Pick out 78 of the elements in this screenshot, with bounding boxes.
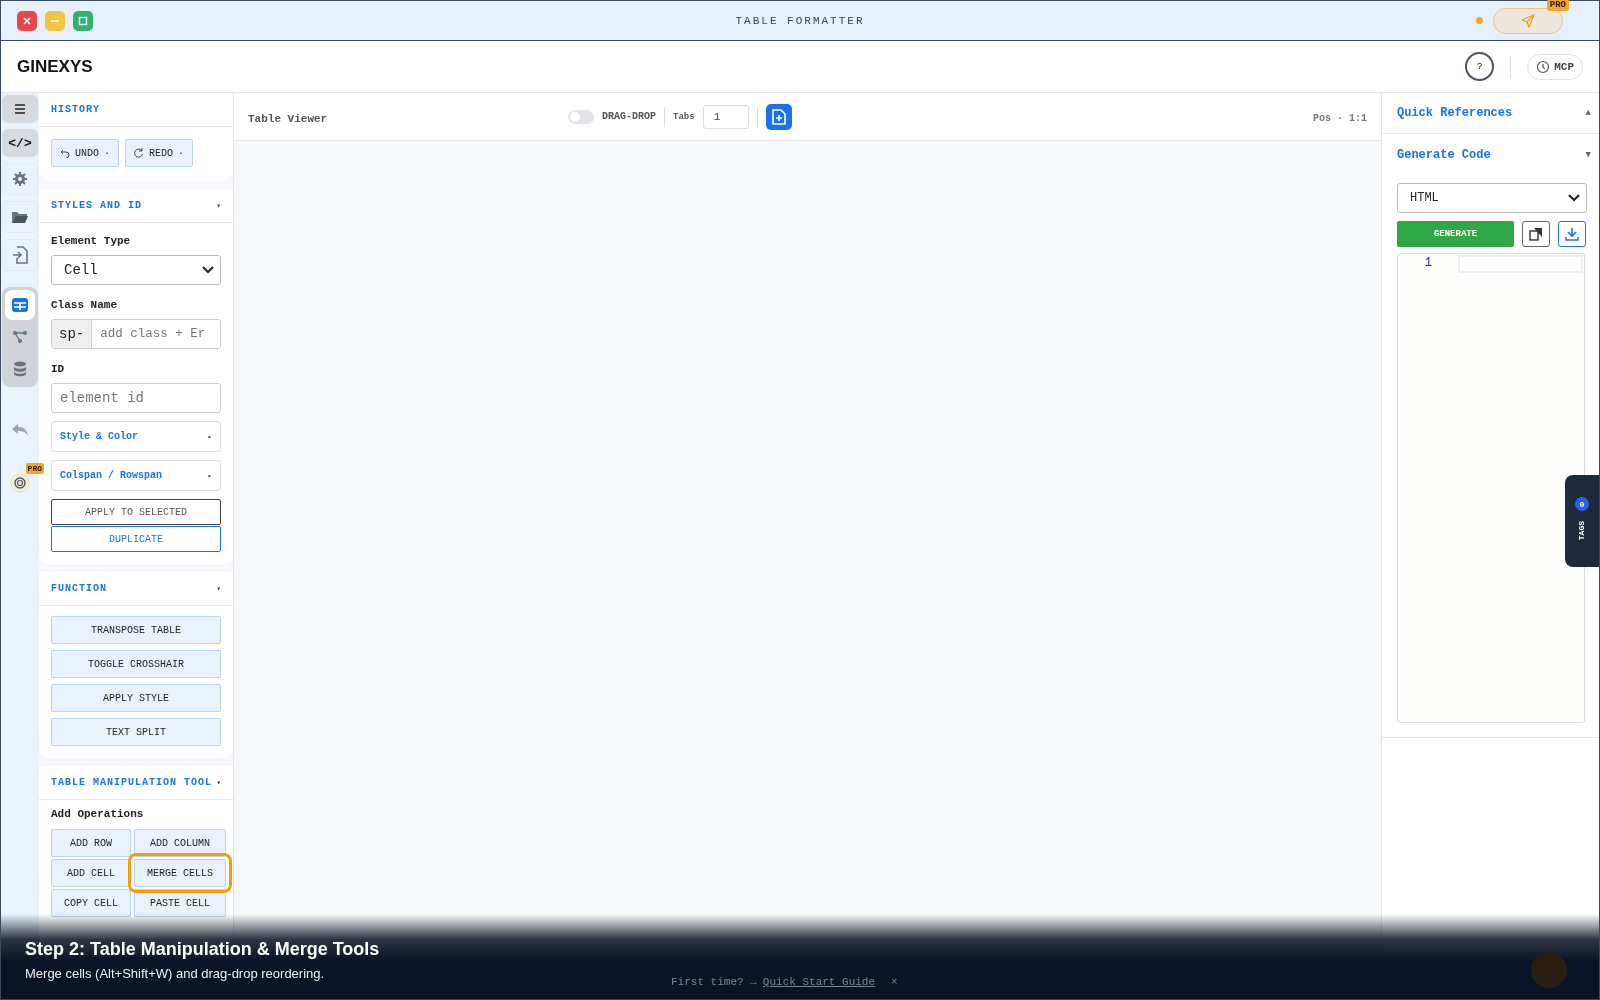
section-title: FUNCTION [51,583,107,594]
viewer-title: Table Viewer [248,111,329,125]
window-title: TABLE FORMATTER [734,14,866,27]
undo-button[interactable]: UNDO · [51,139,120,167]
function-button[interactable]: APPLY STYLE [51,684,221,712]
download-button[interactable] [1558,221,1586,247]
apply-button[interactable]: APPLY TO SELECTED [51,499,221,525]
tags-tab[interactable]: 0 TAGS [1565,475,1599,567]
caption-title: Step 2: Table Manipulation & Merge Tools [25,939,381,960]
file-plus-icon [771,108,786,125]
class-name-field[interactable]: sp- add class + Er [51,319,221,349]
folder-icon [11,210,29,224]
tags-label: TAGS [1577,521,1587,541]
section-title: TABLE MANIPULATION TOOL [51,777,213,788]
tag-count-badge: 0 [1575,497,1589,511]
field-label: ID [51,363,66,375]
table-operation-button[interactable]: COPY CELL [51,889,131,917]
help-button[interactable]: ? [1465,52,1495,81]
mcp-button[interactable]: MCP [1527,53,1583,80]
undo-icon[interactable] [11,423,29,437]
chevron-down-icon [202,266,214,274]
language-select[interactable]: HTML [1397,183,1587,213]
section-title: STYLES AND ID [51,200,142,211]
collapse-arrow[interactable]: ▼ [1585,149,1591,160]
code-tab[interactable]: </> [2,129,38,157]
banner-text: First time? → [671,976,757,988]
copy-icon [1529,227,1543,241]
gear-icon [12,171,28,187]
redo-icon [134,148,145,158]
undo-icon [60,148,70,158]
tabs-count-field[interactable]: 1 [702,104,749,129]
notification-dot [1476,17,1483,24]
add-file-button[interactable] [765,103,792,130]
chevron-down-icon [1568,194,1580,202]
line-number: 1 [1423,256,1432,270]
collapse-arrow[interactable]: ▲ [1585,108,1591,118]
field-label: Class Name [51,299,118,311]
field-label: Element Type [51,235,132,247]
quick-start-link[interactable]: Quick Start Guide [762,976,876,988]
pro-badge: PRO [1546,0,1569,11]
section-title[interactable]: Generate Code [1397,147,1491,162]
element-type-select[interactable]: Cell [51,255,221,285]
menu-button[interactable] [2,95,38,123]
section-title[interactable]: Quick References [1397,106,1513,120]
id-field[interactable]: element id [51,383,221,413]
subsection-title: Add Operations [51,808,145,820]
file-import-icon [12,246,28,264]
collapse-arrow[interactable]: ▾ [216,778,221,787]
collapse-arrow[interactable]: ▾ [216,201,221,210]
function-button[interactable]: TOGGLE CROSSHAIR [51,650,221,678]
menu-icon [14,103,26,115]
table-operation-button[interactable]: ADD ROW [51,829,131,857]
duplicate-button[interactable]: DUPLICATE [51,526,221,552]
app-logo: GINEXYS [17,56,93,77]
drag-drop-toggle[interactable] [568,109,594,124]
table-icon[interactable] [5,290,35,320]
send-icon [1520,12,1536,29]
collapse-arrow[interactable]: ▾ [216,584,221,593]
table-operation-button[interactable]: PASTE CELL [134,889,226,917]
copy-button[interactable] [1522,221,1550,247]
class-prefix: sp- [52,320,93,348]
close-button[interactable]: × [891,976,898,988]
import-button[interactable] [2,239,38,271]
toggle-label: DRAG-DROP [602,111,656,122]
table-operation-button[interactable]: ADD CELL [51,859,131,887]
redo-button[interactable]: REDO · [125,139,194,167]
section-title: HISTORY [51,104,100,115]
maximize-icon[interactable] [73,10,93,31]
clock-icon [1536,59,1551,74]
position-label: Pos · 1:1 [1313,112,1367,124]
function-button[interactable]: TEXT SPLIT [51,718,221,746]
function-button[interactable]: TRANSPOSE TABLE [51,616,221,644]
open-button[interactable] [2,201,38,233]
pro-badge: PRO [25,463,44,474]
close-icon[interactable] [17,10,37,31]
tabs-label: Tabs [673,111,695,122]
download-icon [1565,227,1579,241]
settings-button[interactable] [2,163,38,195]
